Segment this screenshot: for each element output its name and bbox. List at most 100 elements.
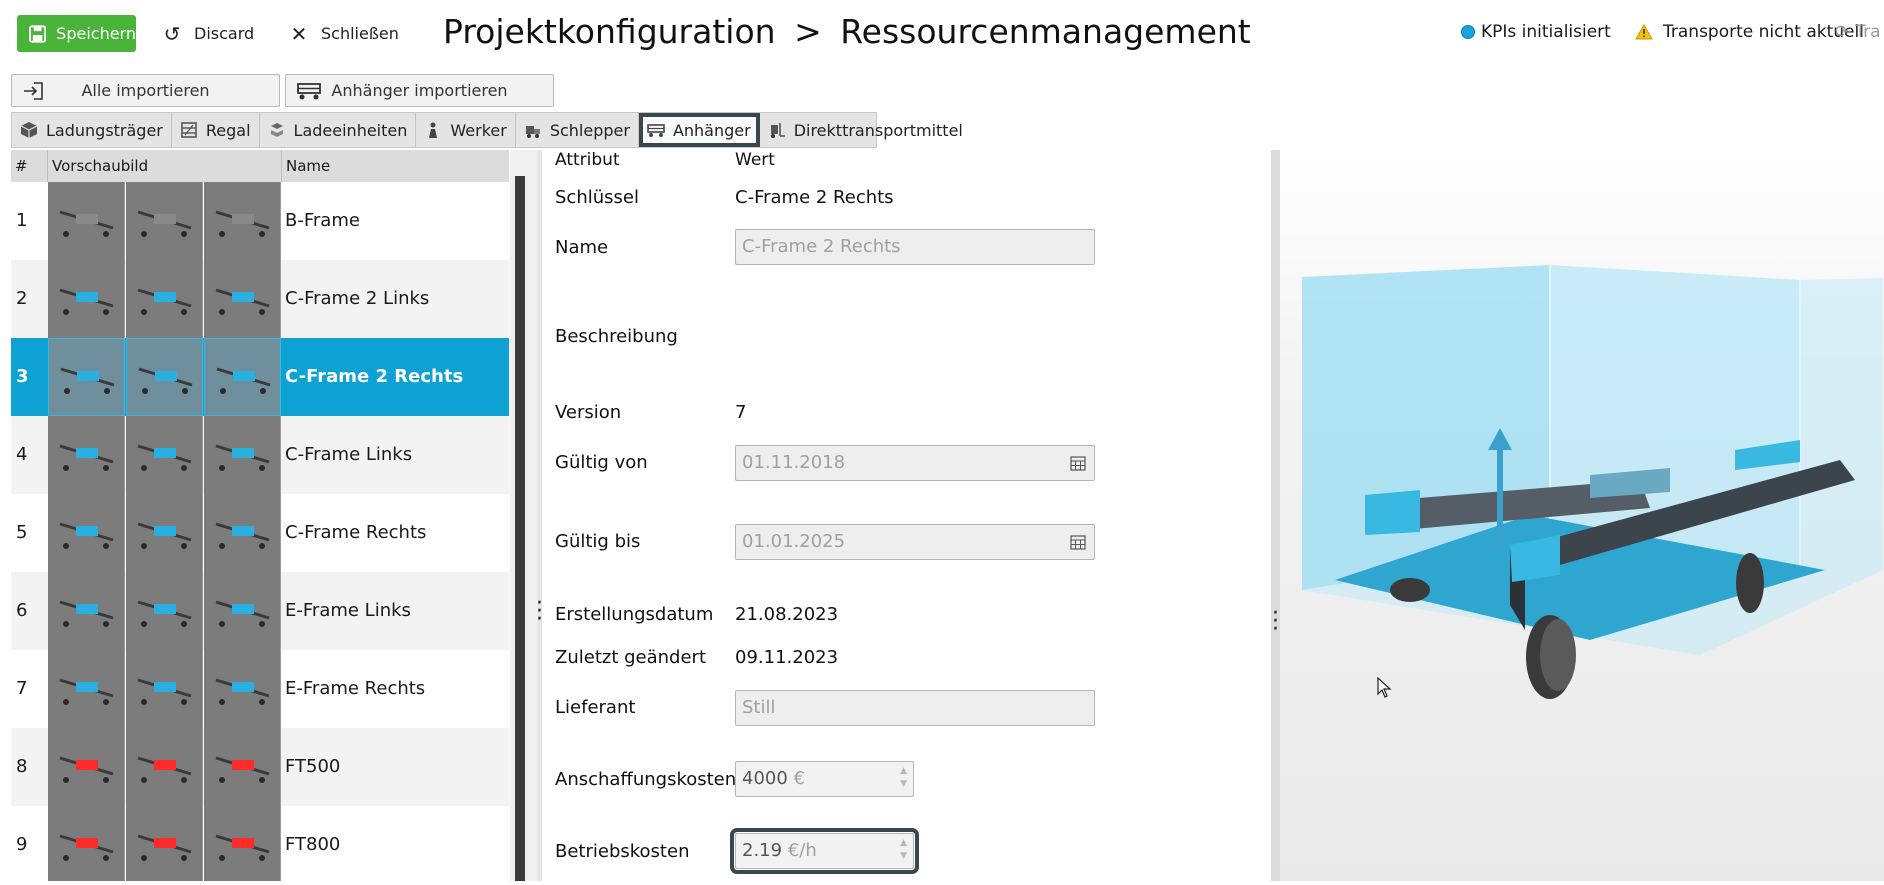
mouse-cursor-icon — [1377, 677, 1392, 698]
drag-handle-icon: · · · — [1272, 601, 1279, 642]
acquisition-cost-label: Anschaffungskosten — [555, 769, 737, 790]
row-name: C-Frame 2 Rechts — [285, 366, 464, 387]
row-name: B-Frame — [285, 210, 360, 231]
table-row[interactable]: 4 C-Frame Links — [11, 416, 509, 494]
supplier-field[interactable]: Still — [735, 690, 1095, 726]
left-splitter[interactable]: · · · — [536, 150, 543, 881]
right-splitter[interactable]: · · · — [1271, 150, 1280, 881]
preview-thumbnail — [126, 728, 203, 806]
valid-to-field[interactable]: 01.01.2025 — [735, 524, 1095, 560]
table-row[interactable]: 7 E-Frame Rechts — [11, 650, 509, 728]
acquisition-cost-value: 4000 — [742, 768, 788, 789]
row-number: 2 — [16, 288, 28, 309]
table-row[interactable]: 9 FT800 — [11, 806, 509, 881]
column-header-name[interactable]: Name — [282, 150, 509, 182]
preview-thumbnail — [48, 182, 125, 260]
warning-icon — [1635, 24, 1653, 40]
preview-thumbnail — [204, 494, 281, 572]
table-row[interactable]: 3 C-Frame 2 Rechts — [11, 338, 509, 416]
preview-thumbnail — [204, 182, 281, 260]
tab-schlepper[interactable]: Schlepper — [516, 113, 639, 147]
key-value: C-Frame 2 Rechts — [735, 187, 894, 208]
modified-value: 09.11.2023 — [735, 647, 839, 668]
close-icon: ✕ — [290, 21, 308, 46]
trailer-icon — [647, 124, 665, 137]
shelf-icon — [181, 122, 197, 138]
transport-status[interactable]: Transporte nicht aktuell — [1635, 22, 1864, 42]
preview-thumbnail — [204, 806, 281, 881]
valid-from-label: Gültig von — [555, 452, 648, 473]
row-number: 1 — [16, 210, 28, 231]
tab-anhaenger[interactable]: Anhänger — [638, 113, 760, 147]
refresh-transports[interactable]: ⟳ Tra — [1835, 22, 1881, 42]
valid-to-value: 01.01.2025 — [742, 531, 846, 552]
3d-preview-viewport[interactable] — [1280, 150, 1884, 881]
import-all-button[interactable]: Alle importieren — [11, 74, 280, 107]
row-number: 3 — [16, 366, 29, 387]
row-name: C-Frame Links — [285, 444, 413, 465]
refresh-icon: ⟳ — [1835, 22, 1850, 42]
breadcrumb-page: Ressourcenmanagement — [840, 12, 1251, 51]
tab-label: Ladungsträger — [46, 120, 163, 140]
valid-from-field[interactable]: 01.11.2018 — [735, 445, 1095, 481]
refresh-label: Tra — [1855, 22, 1881, 42]
import-trailer-button[interactable]: Anhänger importieren — [285, 74, 554, 107]
save-button[interactable]: Speichern — [17, 15, 136, 52]
row-name: C-Frame 2 Links — [285, 288, 430, 309]
row-name: C-Frame Rechts — [285, 522, 427, 543]
import-icon — [24, 82, 43, 100]
table-row[interactable]: 6 E-Frame Links — [11, 572, 509, 650]
created-value: 21.08.2023 — [735, 604, 839, 625]
tab-label: Direkttransportmittel — [793, 120, 963, 140]
import-trailer-label: Anhänger importieren — [331, 81, 508, 100]
trailer-3d-model — [1302, 265, 1883, 699]
table-scrollbar[interactable] — [515, 176, 525, 881]
kpi-status-label: KPIs initialisiert — [1481, 22, 1611, 42]
preview-thumbnail — [204, 260, 281, 338]
preview-thumbnail — [204, 338, 281, 416]
preview-thumbnail — [126, 494, 203, 572]
tab-werker[interactable]: Werker — [416, 113, 516, 147]
supplier-label: Lieferant — [555, 697, 636, 718]
spinner-arrows-icon[interactable]: ▲ ▼ — [900, 837, 907, 863]
close-button[interactable]: ✕ Schließen — [289, 15, 399, 52]
kpi-status-icon — [1461, 25, 1475, 39]
resource-tabs: Ladungsträger Regal Ladeeinheiten Werker… — [11, 112, 963, 148]
discard-button[interactable]: ↺ Discard — [162, 15, 255, 52]
tab-label: Werker — [450, 120, 507, 140]
row-number: 9 — [16, 834, 28, 855]
created-label: Erstellungsdatum — [555, 604, 714, 625]
tab-regal[interactable]: Regal — [172, 113, 260, 147]
tab-ladeeinheiten[interactable]: Ladeeinheiten — [260, 113, 417, 147]
forklift-icon — [770, 123, 785, 138]
table-row[interactable]: 5 C-Frame Rechts — [11, 494, 509, 572]
tab-direkttransportmittel[interactable]: Direkttransportmittel — [760, 113, 971, 147]
operating-cost-field[interactable]: 2.19 €/h ▲ ▼ — [730, 828, 919, 874]
tab-ladungstraeger[interactable]: Ladungsträger — [12, 113, 172, 147]
calendar-icon[interactable] — [1070, 534, 1086, 550]
table-row[interactable]: 8 FT500 — [11, 728, 509, 806]
preview-thumbnail — [126, 650, 203, 728]
row-number: 7 — [16, 678, 28, 699]
kpi-status: KPIs initialisiert — [1461, 22, 1611, 42]
boxes-icon — [270, 123, 283, 137]
acquisition-cost-field[interactable]: 4000 € ▲ ▼ — [735, 761, 914, 797]
valid-to-label: Gültig bis — [555, 531, 641, 552]
spinner-arrows-icon[interactable]: ▲ ▼ — [900, 765, 907, 791]
preview-thumbnail — [48, 494, 125, 572]
row-name: FT500 — [285, 756, 341, 777]
calendar-icon[interactable] — [1070, 455, 1086, 471]
table-row[interactable]: 1 B-Frame — [11, 182, 509, 260]
row-name: E-Frame Links — [285, 600, 411, 621]
acquisition-cost-unit: € — [793, 768, 805, 789]
name-field-value: C-Frame 2 Rechts — [742, 236, 901, 257]
row-number: 8 — [16, 756, 28, 777]
table-row[interactable]: 2 C-Frame 2 Links — [11, 260, 509, 338]
discard-label: Discard — [194, 24, 255, 43]
save-label: Speichern — [56, 24, 136, 43]
column-header-num[interactable]: # — [11, 150, 48, 182]
name-field[interactable]: C-Frame 2 Rechts — [735, 229, 1095, 265]
trailer-icon — [297, 83, 321, 100]
column-header-preview[interactable]: Vorschaubild — [48, 150, 282, 182]
transport-status-label: Transporte nicht aktuell — [1663, 22, 1864, 42]
